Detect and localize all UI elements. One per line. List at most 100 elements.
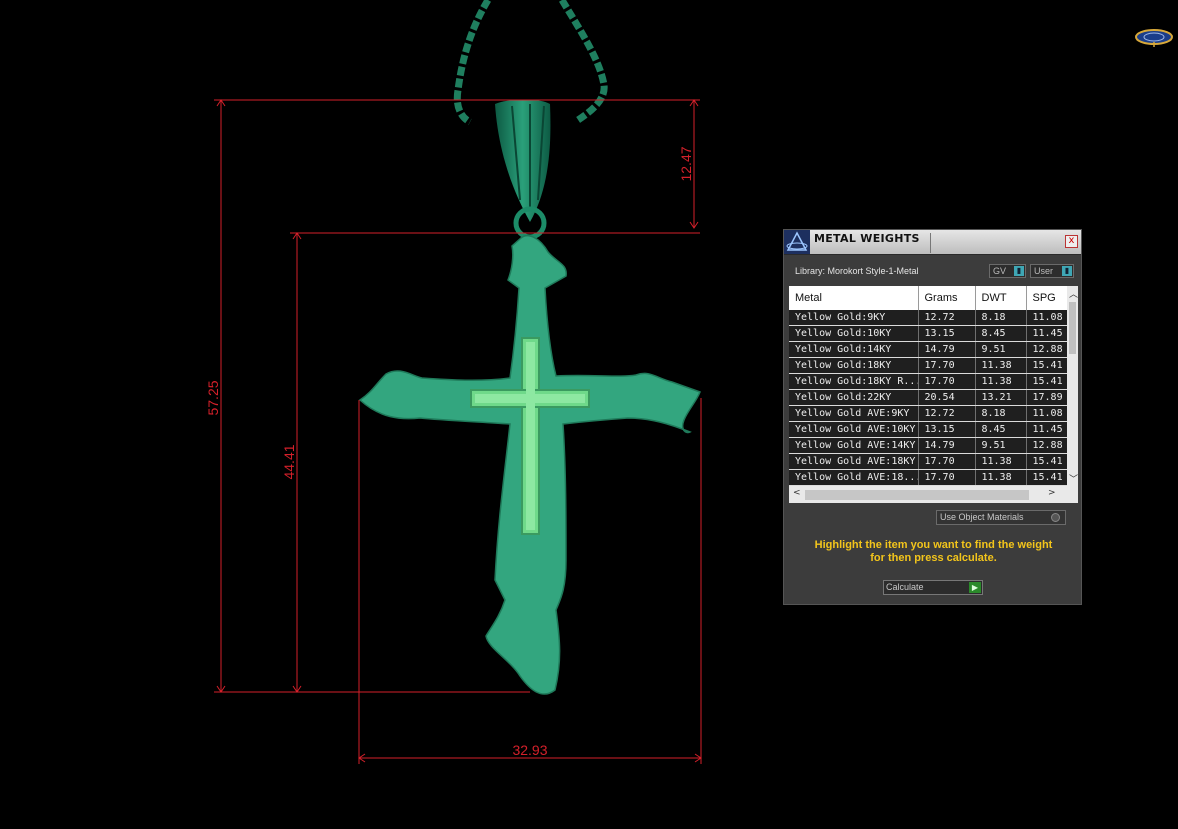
table-row[interactable]: Yellow Gold:22KY 20.54 13.21 17.89 [789, 389, 1068, 406]
cell-spg: 12.88 [1026, 437, 1068, 454]
cell-dwt: 13.21 [975, 389, 1027, 406]
cross-height-label: 44.41 [281, 444, 297, 479]
gv-toggle[interactable]: GV ▮ [989, 264, 1026, 278]
cell-grams: 17.70 [918, 469, 976, 486]
cell-grams: 17.70 [918, 373, 976, 390]
panel-title: METAL WEIGHTS [814, 232, 920, 245]
radio-icon [1051, 513, 1060, 522]
cell-spg: 11.08 [1026, 405, 1068, 422]
cell-spg: 11.45 [1026, 325, 1068, 342]
cell-dwt: 11.38 [975, 469, 1027, 486]
table-row[interactable]: Yellow Gold AVE:18... 17.70 11.38 15.41 [789, 469, 1068, 486]
instructions-line-1: Highlight the item you want to find the … [814, 539, 1053, 551]
cross-pendant [358, 234, 701, 695]
vertical-scroll-thumb[interactable] [1069, 302, 1076, 354]
panel-titlebar[interactable]: METAL WEIGHTS x [784, 230, 1081, 255]
table-row[interactable]: Yellow Gold:14KY 14.79 9.51 12.88 [789, 341, 1068, 358]
cell-spg: 12.88 [1026, 341, 1068, 358]
gv-toggle-label: GV [993, 266, 1007, 276]
pyramid-icon [784, 230, 810, 254]
cell-metal: Yellow Gold AVE:18... [789, 469, 919, 486]
scroll-left-icon[interactable]: < [793, 488, 801, 498]
calculate-button[interactable]: Calculate ▶ [883, 580, 983, 595]
table-row[interactable]: Yellow Gold:9KY 12.72 8.18 11.08 [789, 310, 1068, 326]
cell-metal: Yellow Gold:14KY [789, 341, 919, 358]
scroll-right-icon[interactable]: > [1048, 488, 1056, 498]
cell-metal: Yellow Gold AVE:14KY [789, 437, 919, 454]
dimension-lines [214, 99, 702, 764]
user-toggle[interactable]: User ▮ [1030, 264, 1074, 278]
cell-spg: 15.41 [1026, 357, 1068, 374]
cell-metal: Yellow Gold:10KY [789, 325, 919, 342]
column-header-metal[interactable]: Metal [789, 286, 919, 310]
close-button[interactable]: x [1065, 235, 1078, 248]
cell-grams: 13.15 [918, 325, 976, 342]
cell-metal: Yellow Gold:22KY [789, 389, 919, 406]
table-row[interactable]: Yellow Gold:18KY R... 17.70 11.38 15.41 [789, 373, 1068, 390]
table-header-row: Metal Grams DWT SPG [789, 286, 1068, 310]
metal-weights-panel: METAL WEIGHTS x Library: Morokort Style-… [783, 229, 1082, 605]
cell-spg: 17.89 [1026, 389, 1068, 406]
title-divider [930, 233, 931, 253]
instructions-line-2: for then press calculate. [870, 552, 997, 564]
toggle-knob-icon: ▮ [1014, 266, 1024, 276]
vertical-scrollbar[interactable]: ︿ ﹀ [1067, 286, 1078, 486]
cell-dwt: 9.51 [975, 341, 1027, 358]
bail-height-label: 12.47 [678, 146, 694, 181]
cell-dwt: 8.18 [975, 310, 1027, 326]
use-object-materials-toggle[interactable]: Use Object Materials [936, 510, 1066, 525]
metal-table-container: Metal Grams DWT SPG Yellow Gold:9KY 12.72… [789, 286, 1078, 503]
library-label: Library: Morokort Style-1-Metal [795, 266, 919, 276]
cell-grams: 17.70 [918, 453, 976, 470]
cell-dwt: 9.51 [975, 437, 1027, 454]
user-toggle-label: User [1034, 266, 1054, 276]
table-row[interactable]: Yellow Gold:18KY 17.70 11.38 15.41 [789, 357, 1068, 374]
cell-spg: 15.41 [1026, 453, 1068, 470]
play-arrow-icon: ▶ [969, 582, 981, 593]
metal-table: Metal Grams DWT SPG Yellow Gold:9KY 12.72… [789, 286, 1068, 486]
cell-dwt: 11.38 [975, 453, 1027, 470]
cell-grams: 17.70 [918, 357, 976, 374]
cell-dwt: 11.38 [975, 357, 1027, 374]
table-row[interactable]: Yellow Gold AVE:9KY 12.72 8.18 11.08 [789, 405, 1068, 422]
table-row[interactable]: Yellow Gold AVE:10KY 13.15 8.45 11.45 [789, 421, 1068, 438]
cell-grams: 14.79 [918, 437, 976, 454]
table-row[interactable]: Yellow Gold AVE:14KY 14.79 9.51 12.88 [789, 437, 1068, 454]
cell-grams: 12.72 [918, 310, 976, 326]
toggle-knob-icon: ▮ [1062, 266, 1072, 276]
cell-dwt: 11.38 [975, 373, 1027, 390]
column-header-grams[interactable]: Grams [918, 286, 976, 310]
cell-metal: Yellow Gold AVE:9KY [789, 405, 919, 422]
scroll-down-icon[interactable]: ﹀ [1069, 472, 1078, 485]
table-row[interactable]: Yellow Gold:10KY 13.15 8.45 11.45 [789, 325, 1068, 342]
use-object-materials-label: Use Object Materials [940, 512, 1024, 522]
calculate-label: Calculate [886, 582, 924, 592]
table-row[interactable]: Yellow Gold AVE:18KY 17.70 11.38 15.41 [789, 453, 1068, 470]
scroll-up-icon[interactable]: ︿ [1069, 287, 1078, 300]
cell-grams: 20.54 [918, 389, 976, 406]
pendant-bail [495, 99, 551, 240]
cell-spg: 15.41 [1026, 373, 1068, 390]
cell-dwt: 8.45 [975, 421, 1027, 438]
cell-grams: 12.72 [918, 405, 976, 422]
cell-dwt: 8.45 [975, 325, 1027, 342]
cell-grams: 14.79 [918, 341, 976, 358]
cross-width-label: 32.93 [512, 742, 547, 758]
cell-metal: Yellow Gold AVE:18KY [789, 453, 919, 470]
cell-spg: 11.08 [1026, 310, 1068, 326]
app-logo-icon [1135, 29, 1173, 47]
cell-metal: Yellow Gold:18KY R... [789, 373, 919, 390]
cell-metal: Yellow Gold:18KY [789, 357, 919, 374]
cell-spg: 11.45 [1026, 421, 1068, 438]
column-header-spg[interactable]: SPG [1026, 286, 1068, 310]
instructions-text: Highlight the item you want to find the … [794, 539, 1073, 565]
horizontal-scrollbar[interactable]: < > [789, 486, 1078, 503]
cell-metal: Yellow Gold:9KY [789, 310, 919, 326]
cell-metal: Yellow Gold AVE:10KY [789, 421, 919, 438]
column-header-dwt[interactable]: DWT [975, 286, 1027, 310]
cell-spg: 15.41 [1026, 469, 1068, 486]
overall-height-label: 57.25 [205, 380, 221, 415]
cell-dwt: 8.18 [975, 405, 1027, 422]
cell-grams: 13.15 [918, 421, 976, 438]
horizontal-scroll-thumb[interactable] [805, 490, 1029, 500]
